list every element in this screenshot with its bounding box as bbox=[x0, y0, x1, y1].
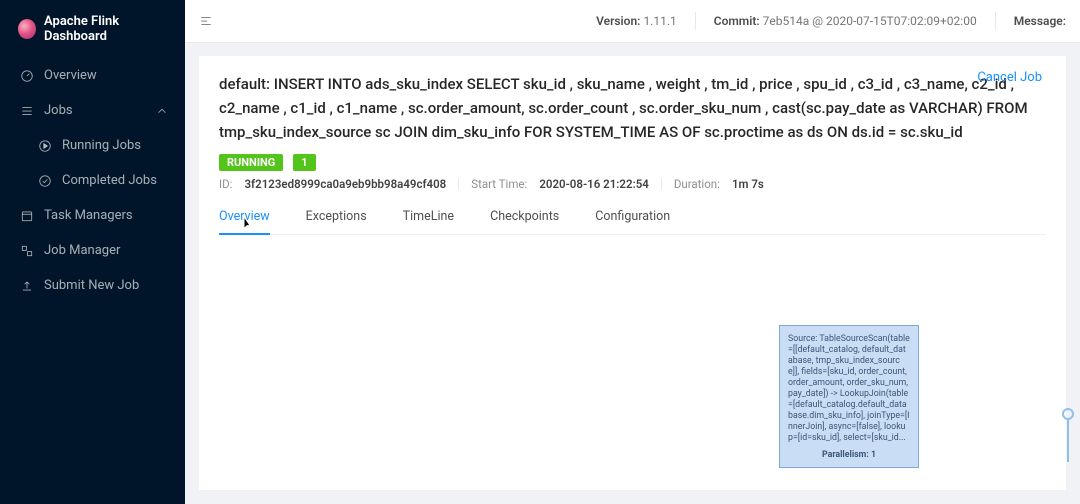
topbar: Version: 1.11.1 Commit: 7eb514a @ 2020-0… bbox=[185, 0, 1080, 42]
sidebar-item-submit-new-job[interactable]: Submit New Job bbox=[0, 268, 185, 303]
status-row: RUNNING 1 bbox=[219, 154, 1046, 171]
brand: Apache Flink Dashboard bbox=[0, 0, 185, 58]
topbar-meta: Version: 1.11.1 Commit: 7eb514a @ 2020-0… bbox=[596, 12, 1066, 30]
graph-node[interactable]: Source: TableSourceScan(table=[[default_… bbox=[779, 325, 919, 468]
dashboard-icon bbox=[20, 69, 34, 83]
id-label: ID: bbox=[219, 177, 232, 191]
job-graph[interactable]: Source: TableSourceScan(table=[[default_… bbox=[219, 235, 1046, 490]
start-time-value: 2020-08-16 21:22:54 bbox=[539, 177, 649, 191]
divider bbox=[661, 178, 662, 190]
sidebar-item-label: Overview bbox=[44, 68, 97, 83]
divider bbox=[695, 12, 696, 30]
check-circle-icon bbox=[38, 174, 52, 188]
commit-label: Commit: bbox=[714, 14, 760, 28]
divider bbox=[995, 12, 996, 30]
tab-overview[interactable]: Overview bbox=[219, 201, 270, 234]
play-circle-icon bbox=[38, 139, 52, 153]
sidebar-item-overview[interactable]: Overview bbox=[0, 58, 185, 93]
cancel-job-link[interactable]: Cancel Job bbox=[977, 70, 1042, 85]
status-badge: RUNNING bbox=[219, 154, 283, 171]
tab-timeline[interactable]: TimeLine bbox=[403, 201, 454, 234]
job-card: default: INSERT INTO ads_sku_index SELEC… bbox=[199, 56, 1066, 490]
tabs: Overview Exceptions TimeLine Checkpoints… bbox=[219, 201, 1046, 235]
sidebar-menu: Overview Jobs Running Jobs Completed Job… bbox=[0, 58, 185, 303]
build-icon bbox=[20, 244, 34, 258]
main: Version: 1.11.1 Commit: 7eb514a @ 2020-0… bbox=[185, 0, 1080, 504]
sidebar-item-label: Job Manager bbox=[44, 243, 120, 258]
sidebar: Apache Flink Dashboard Overview Jobs Run… bbox=[0, 0, 185, 504]
graph-node-parallelism: Parallelism: 1 bbox=[788, 450, 910, 461]
id-value: 3f2123ed8999ca0a9eb9bb98a49cf408 bbox=[244, 177, 446, 191]
info-row: ID: 3f2123ed8999ca0a9eb9bb98a49cf408 Sta… bbox=[219, 177, 1046, 191]
divider bbox=[458, 178, 459, 190]
sidebar-item-label: Running Jobs bbox=[62, 138, 141, 153]
version-value: 1.11.1 bbox=[643, 14, 676, 28]
sidebar-item-jobs[interactable]: Jobs bbox=[0, 93, 185, 128]
sidebar-item-task-managers[interactable]: Task Managers bbox=[0, 198, 185, 233]
graph-node-description: Source: TableSourceScan(table=[[default_… bbox=[788, 334, 910, 444]
schedule-icon bbox=[20, 209, 34, 223]
zoom-stem bbox=[1067, 420, 1069, 462]
flink-logo-icon bbox=[18, 19, 36, 39]
message-label: Message: bbox=[1014, 14, 1066, 28]
status-count-badge: 1 bbox=[293, 154, 315, 171]
sidebar-item-running-jobs[interactable]: Running Jobs bbox=[0, 128, 185, 163]
sidebar-item-label: Submit New Job bbox=[44, 278, 139, 293]
upload-icon bbox=[20, 279, 34, 293]
commit-value: 7eb514a @ 2020-07-15T07:02:09+02:00 bbox=[763, 14, 977, 28]
job-title: default: INSERT INTO ads_sku_index SELEC… bbox=[219, 72, 1046, 144]
brand-title: Apache Flink Dashboard bbox=[44, 14, 171, 44]
sidebar-item-label: Task Managers bbox=[44, 208, 133, 223]
chevron-up-icon bbox=[155, 104, 169, 118]
version-label: Version: bbox=[596, 14, 640, 28]
zoom-handle[interactable] bbox=[1062, 408, 1074, 462]
tab-configuration[interactable]: Configuration bbox=[595, 201, 670, 234]
tab-exceptions[interactable]: Exceptions bbox=[306, 201, 367, 234]
start-time-label: Start Time: bbox=[471, 177, 527, 191]
sidebar-item-label: Jobs bbox=[44, 103, 73, 118]
sidebar-item-completed-jobs[interactable]: Completed Jobs bbox=[0, 163, 185, 198]
zoom-ring-icon bbox=[1062, 408, 1074, 420]
sidebar-item-label: Completed Jobs bbox=[62, 173, 157, 188]
sidebar-item-job-manager[interactable]: Job Manager bbox=[0, 233, 185, 268]
menu-fold-icon[interactable] bbox=[199, 14, 213, 28]
duration-value: 1m 7s bbox=[732, 177, 764, 191]
duration-label: Duration: bbox=[674, 177, 720, 191]
tab-checkpoints[interactable]: Checkpoints bbox=[490, 201, 559, 234]
bars-icon bbox=[20, 104, 34, 118]
